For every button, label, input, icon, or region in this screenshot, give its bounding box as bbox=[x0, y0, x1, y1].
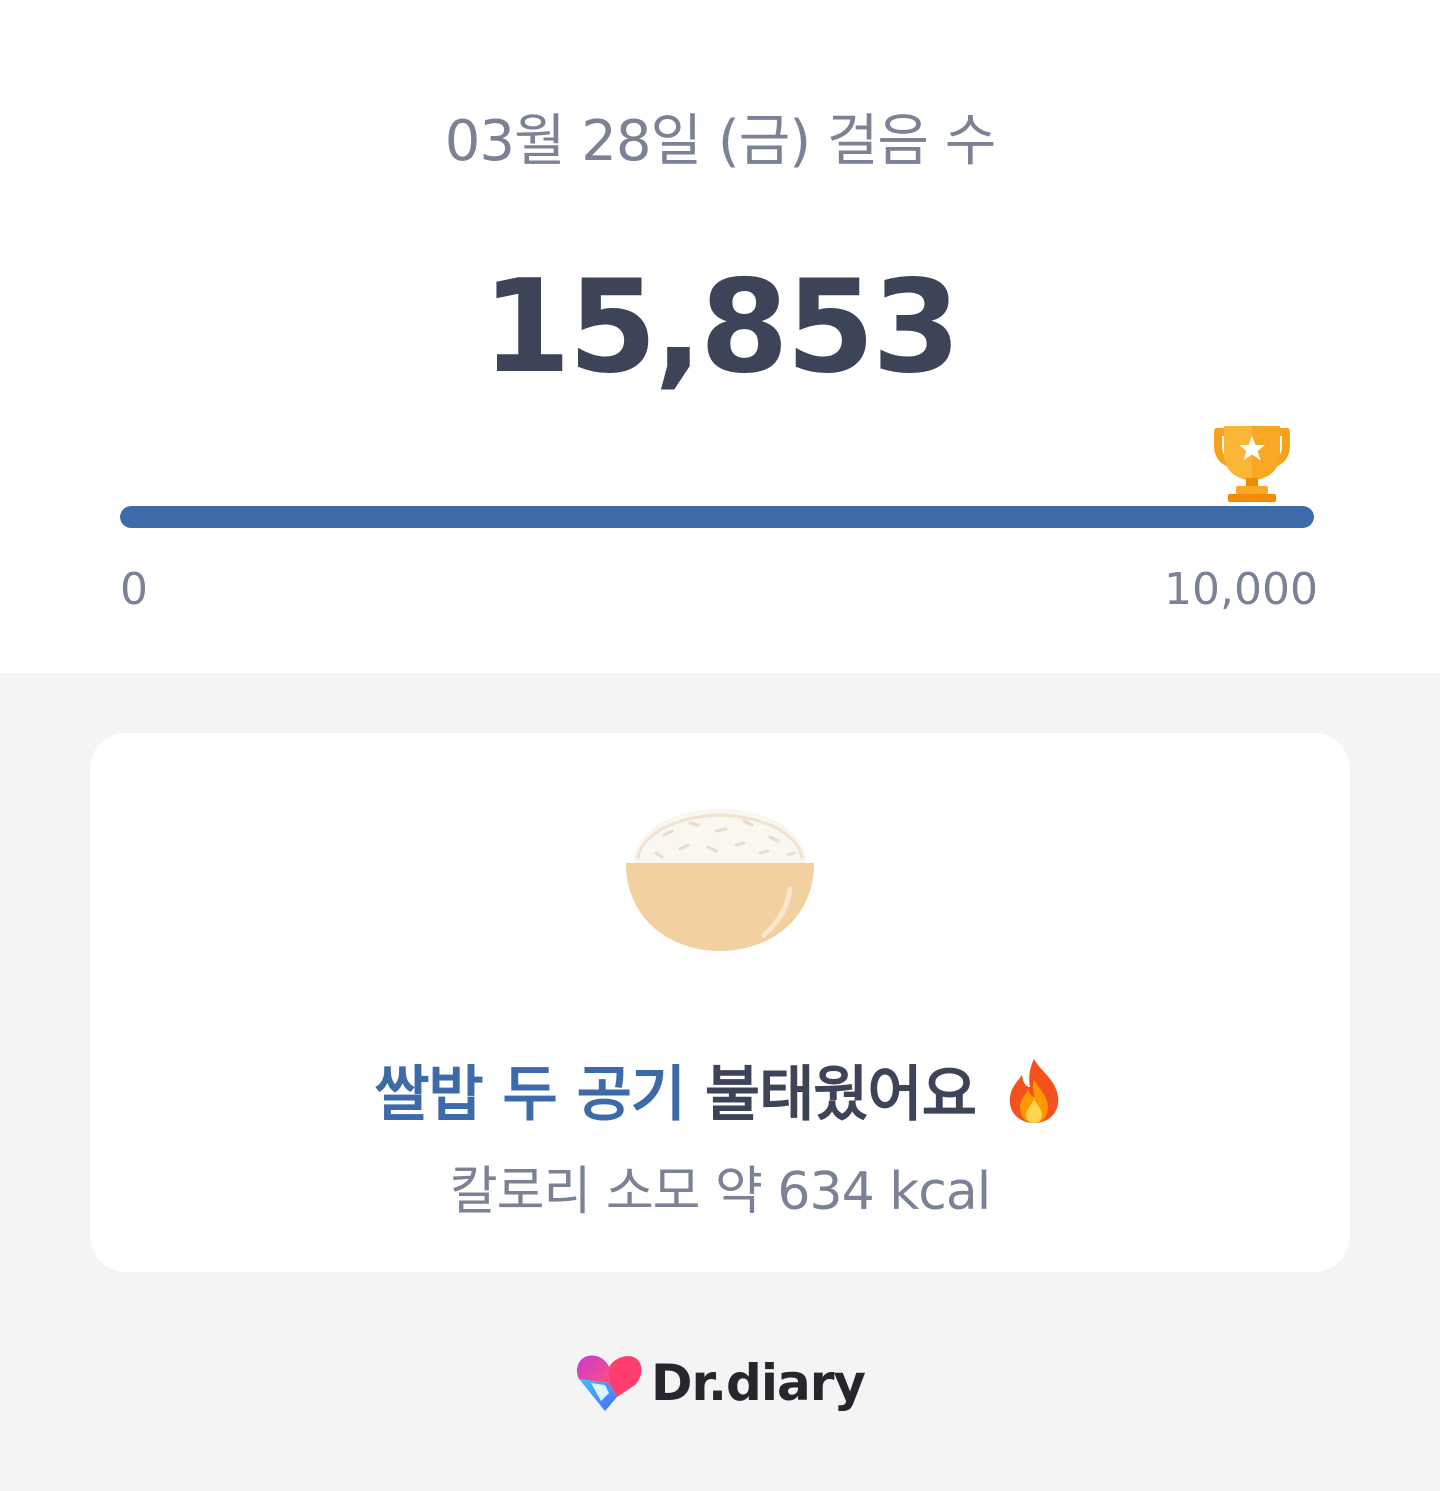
progress-min-label: 0 bbox=[120, 564, 148, 615]
burn-headline-highlight: 쌀밥 두 공기 bbox=[374, 1060, 686, 1130]
rice-bowl-icon bbox=[626, 809, 814, 951]
calorie-burn-text: 칼로리 소모 약 634 kcal bbox=[449, 1162, 991, 1222]
burn-headline: 쌀밥 두 공기 불태웠어요 bbox=[90, 1055, 1350, 1135]
page-title: 03월 28일 (금) 걸음 수 bbox=[444, 109, 997, 174]
step-count: 15,853 bbox=[482, 253, 961, 402]
calorie-burn-card: 쌀밥 두 공기 불태웠어요 칼로리 소모 약 634 kcal bbox=[90, 733, 1350, 1272]
burn-headline-text: 불태웠어요 bbox=[685, 1060, 977, 1130]
progress-max-label: 10,000 bbox=[1164, 564, 1318, 615]
heart-logo-icon bbox=[577, 1355, 642, 1411]
step-summary-section: 03월 28일 (금) 걸음 수 15,853 0 10,000 bbox=[0, 0, 1440, 673]
fire-icon bbox=[1009, 1059, 1059, 1123]
brand-footer: Dr.diary bbox=[0, 1348, 1440, 1418]
step-progress-fill bbox=[120, 506, 1314, 528]
step-progress-bar bbox=[120, 506, 1314, 528]
brand-name: Dr.diary bbox=[651, 1354, 866, 1412]
trophy-icon bbox=[1214, 426, 1290, 502]
